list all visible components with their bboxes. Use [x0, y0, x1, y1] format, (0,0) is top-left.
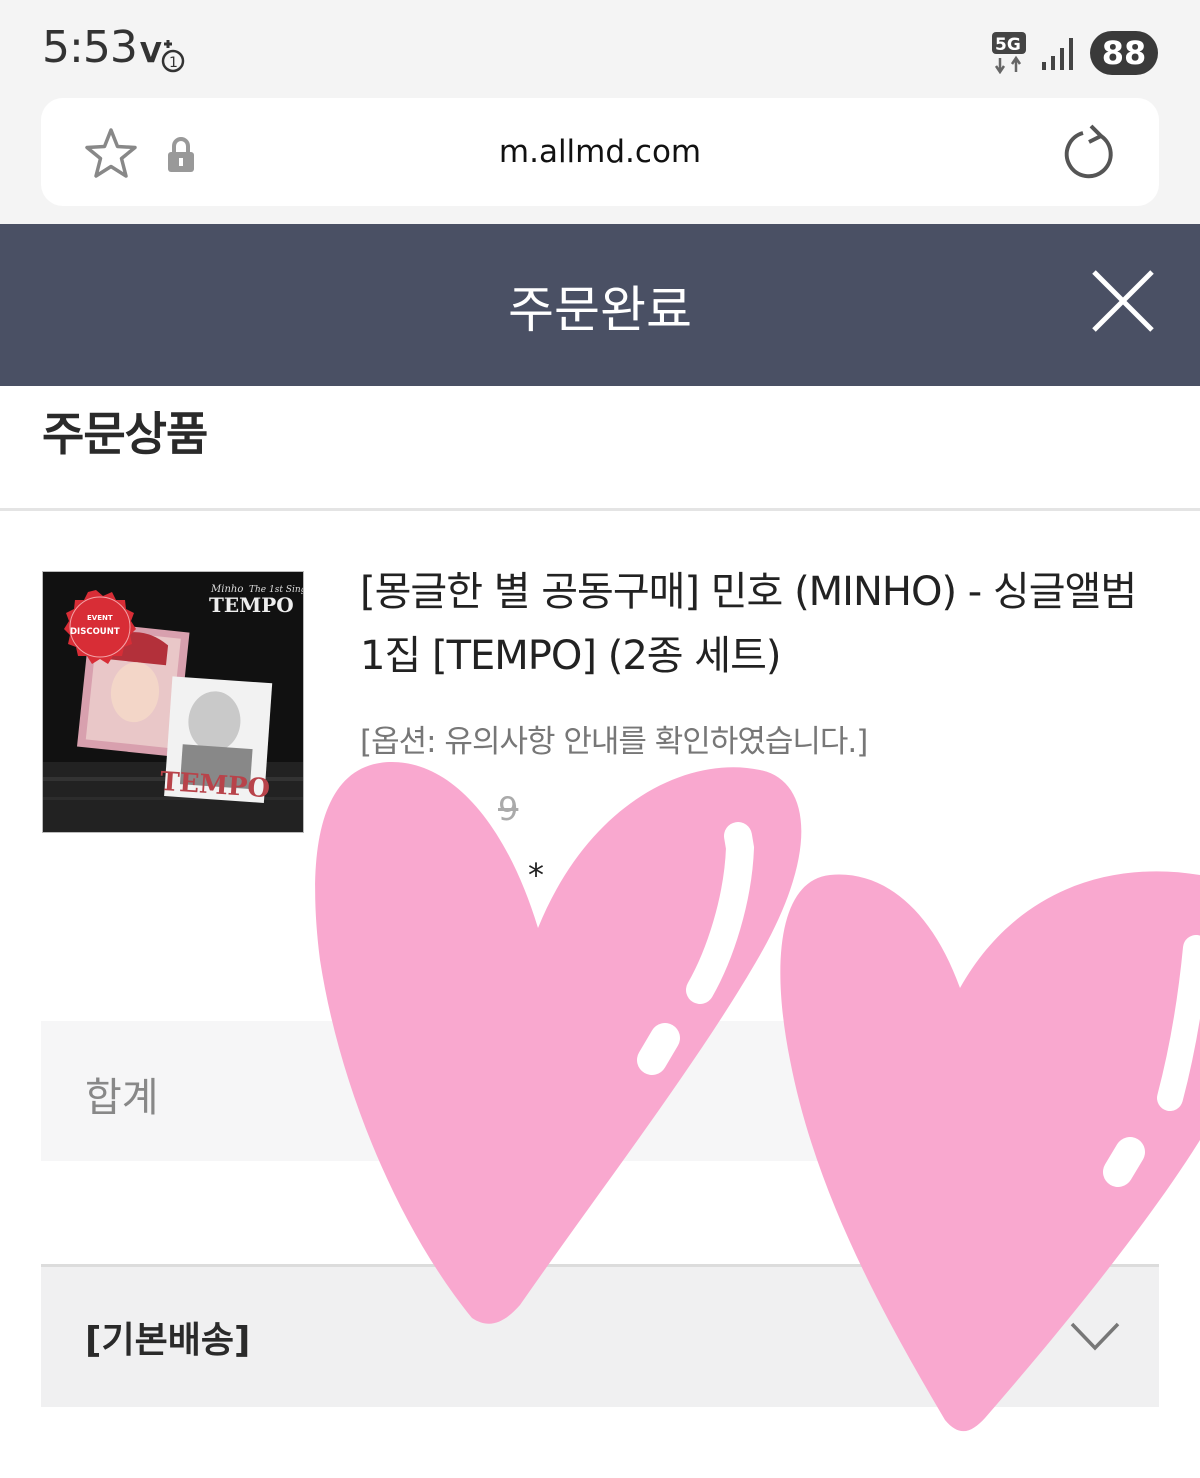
battery-indicator: 88: [1090, 31, 1158, 75]
album-cover-image: Minho The 1st Single TEMPO TEMPO EVENT D…: [43, 572, 303, 832]
signal-icon: [1042, 38, 1073, 70]
status-bar: 5:53 V 1 5G 88: [0, 0, 1200, 96]
close-icon[interactable]: [1090, 268, 1156, 334]
svg-text:DISCOUNT: DISCOUNT: [70, 627, 120, 637]
product-quantity-partial: *: [528, 856, 544, 894]
status-time: 5:53: [42, 22, 138, 73]
svg-text:V: V: [140, 36, 162, 69]
volte-icon: V 1: [140, 36, 185, 73]
svg-text:5G: 5G: [995, 35, 1021, 55]
total-row: 합계: [41, 1021, 1159, 1161]
shipping-accordion[interactable]: [기본배송]: [41, 1264, 1159, 1407]
shipping-label: [기본배송]: [85, 1320, 251, 1361]
product-name[interactable]: [몽글한 별 공동구매] 민호 (MINHO) - 싱글앨범 1집 [TEMPO…: [360, 560, 1160, 688]
svg-text:1: 1: [169, 55, 178, 71]
product-thumbnail[interactable]: Minho The 1st Single TEMPO TEMPO EVENT D…: [42, 571, 304, 833]
reload-icon[interactable]: [1061, 124, 1119, 182]
chevron-down-icon[interactable]: [1069, 1321, 1121, 1351]
product-price-partial: 9: [498, 790, 519, 828]
page-title: 주문완료: [508, 281, 692, 339]
page-header: 주문완료: [0, 224, 1200, 386]
address-bar[interactable]: m.allmd.com: [41, 98, 1159, 206]
url-text[interactable]: m.allmd.com: [41, 134, 1159, 170]
browser-toolbar: m.allmd.com: [0, 96, 1200, 224]
network-5g-icon: 5G: [992, 32, 1026, 74]
section-title: 주문상품: [42, 407, 208, 461]
product-option: [옵션: 유의사항 안내를 확인하였습니다.]: [360, 724, 868, 760]
svg-text:TEMPO: TEMPO: [209, 593, 294, 617]
section-divider: [0, 508, 1200, 511]
svg-text:EVENT: EVENT: [87, 614, 113, 622]
total-label: 합계: [85, 1075, 159, 1121]
